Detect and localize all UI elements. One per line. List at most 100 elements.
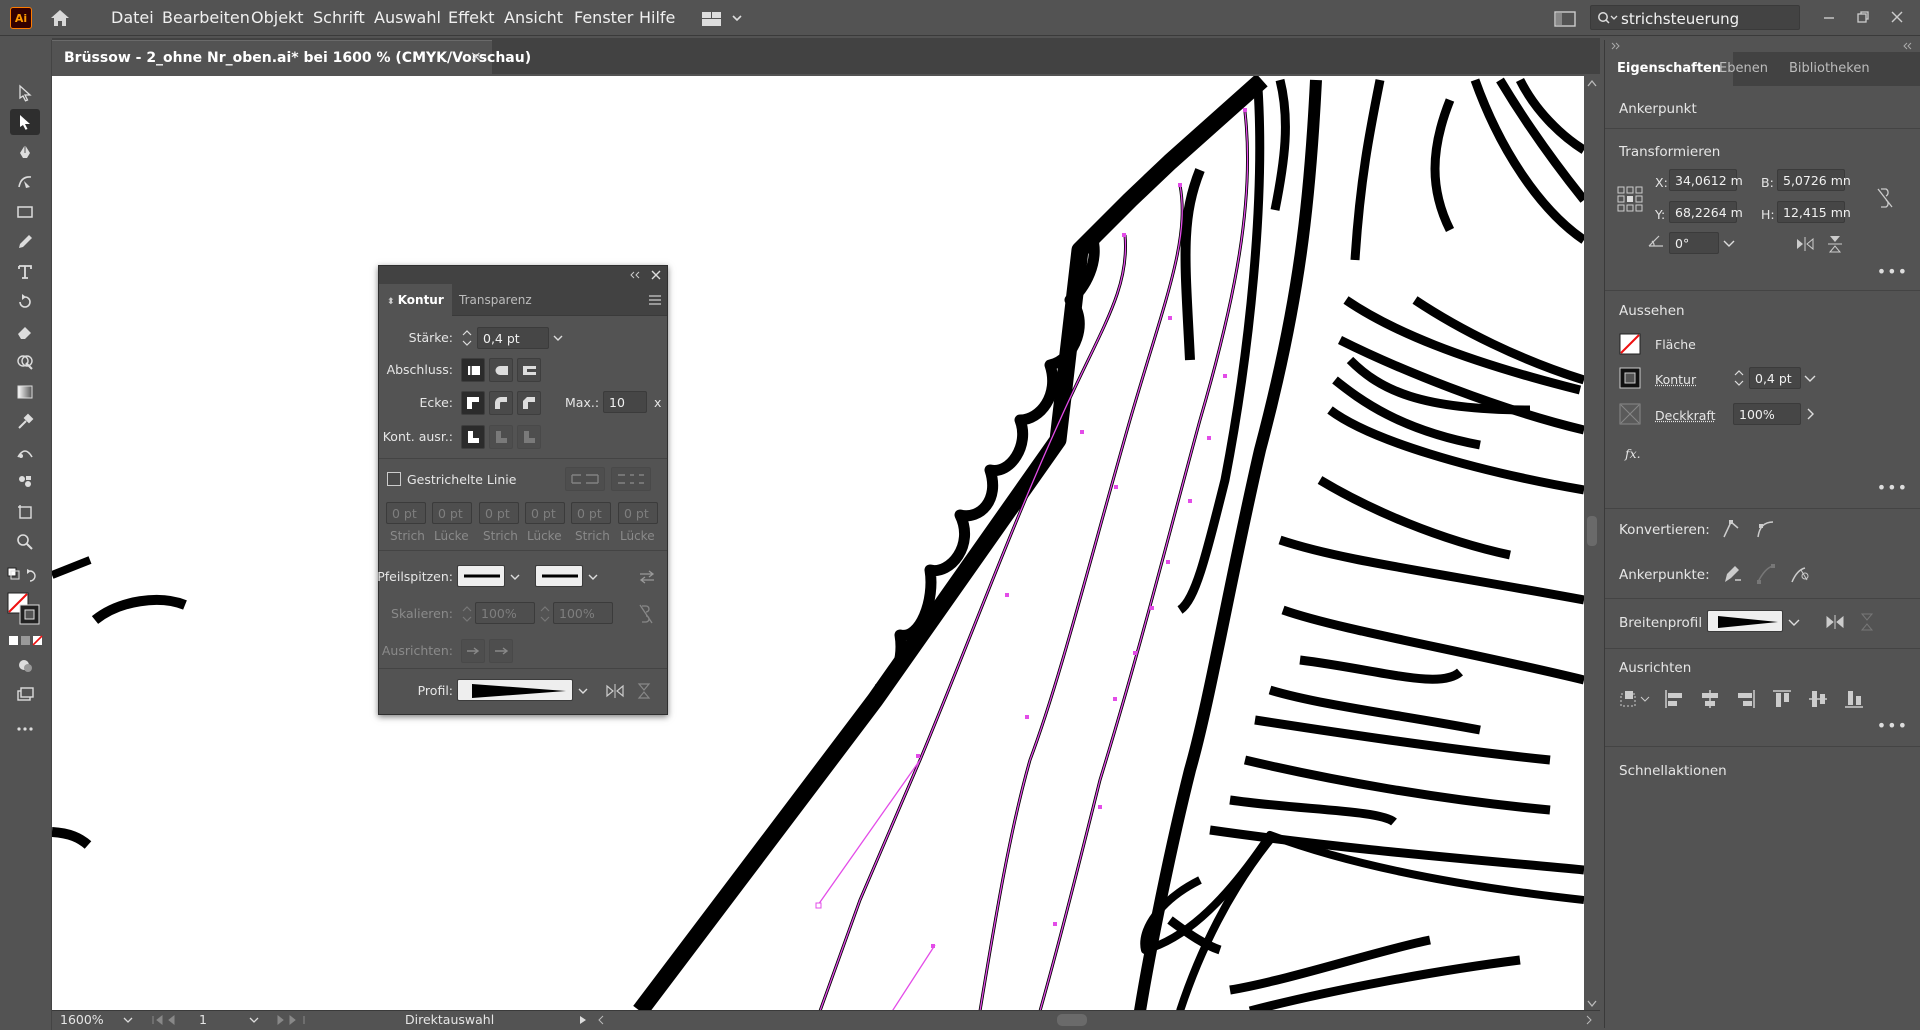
align-outside-button[interactable]: [517, 425, 541, 449]
gradient-tool-icon[interactable]: [10, 379, 40, 405]
start-arrowhead-select[interactable]: [457, 565, 505, 587]
weight-input[interactable]: 0,4 pt: [477, 327, 549, 349]
close-panel-icon[interactable]: [651, 270, 661, 280]
screen-mode-icon[interactable]: [10, 682, 40, 708]
dash-3-input[interactable]: 0 pt: [571, 502, 611, 524]
color-mode-icons[interactable]: [8, 634, 44, 648]
dash-1-input[interactable]: 0 pt: [386, 502, 426, 524]
menu-effekt[interactable]: Effekt: [448, 8, 495, 27]
shape-builder-tool-icon[interactable]: [10, 349, 40, 375]
align-right-icon[interactable]: [1735, 688, 1757, 710]
constrain-proportions-icon[interactable]: [1875, 186, 1895, 210]
link-scale-icon[interactable]: [637, 602, 655, 626]
profile-flip-along-icon[interactable]: [1825, 614, 1845, 630]
home-icon[interactable]: [48, 6, 72, 30]
gap-1-input[interactable]: 0 pt: [432, 502, 472, 524]
menu-ansicht[interactable]: Ansicht: [504, 8, 563, 27]
panel-titlebar[interactable]: [379, 266, 667, 284]
y-input[interactable]: 68,2264 m: [1669, 201, 1743, 223]
fill-stroke-swatch[interactable]: [7, 592, 41, 626]
tab-ebenen[interactable]: Ebenen: [1707, 52, 1780, 86]
cut-path-icon[interactable]: [1789, 562, 1811, 586]
artboard-canvas[interactable]: [52, 76, 1584, 1011]
align-left-icon[interactable]: [1663, 688, 1685, 710]
opacity-icon[interactable]: [1619, 403, 1641, 425]
dash-2-input[interactable]: 0 pt: [479, 502, 519, 524]
rotate-tool-icon[interactable]: [10, 289, 40, 315]
artboard-number[interactable]: 1: [199, 1012, 207, 1027]
convert-smooth-icon[interactable]: [1755, 518, 1775, 540]
arrow-tip-beyond-button[interactable]: [461, 639, 485, 663]
minimize-button[interactable]: [1816, 6, 1842, 28]
menu-datei[interactable]: Datei: [111, 8, 154, 27]
stroke-weight-input[interactable]: 0,4 pt: [1749, 367, 1801, 389]
miter-join-button[interactable]: [461, 391, 485, 415]
weight-stepper[interactable]: [461, 327, 473, 349]
horizontal-scrollbar[interactable]: [597, 1011, 1597, 1029]
miter-limit-input[interactable]: 10: [603, 391, 647, 413]
butt-cap-button[interactable]: [461, 358, 485, 382]
align-bottom-icon[interactable]: [1843, 688, 1865, 710]
symbol-sprayer-tool-icon[interactable]: [10, 469, 40, 495]
align-hcenter-icon[interactable]: [1699, 688, 1721, 710]
flip-vertical-icon[interactable]: [1827, 234, 1843, 254]
stroke-weight-stepper[interactable]: [1733, 367, 1745, 389]
curvature-tool-icon[interactable]: [10, 169, 40, 195]
default-colors-icon[interactable]: [6, 566, 46, 588]
dash-preserve-button[interactable]: [565, 467, 605, 491]
end-arrowhead-dropdown-icon[interactable]: [585, 567, 601, 587]
convert-corner-icon[interactable]: [1721, 518, 1741, 540]
width-input[interactable]: 5,0726 mn: [1777, 169, 1851, 191]
x-input[interactable]: 34,0612 m: [1669, 169, 1743, 191]
opacity-input[interactable]: 100%: [1733, 403, 1801, 425]
effects-icon[interactable]: fx.: [1625, 446, 1641, 461]
tab-bibliotheken[interactable]: Bibliotheken: [1777, 52, 1882, 86]
search-input[interactable]: strichsteuerung: [1590, 5, 1800, 30]
bevel-join-button[interactable]: [517, 391, 541, 415]
type-tool-icon[interactable]: [10, 259, 40, 285]
angle-dropdown-icon[interactable]: [1719, 232, 1739, 254]
profile-dropdown-icon[interactable]: [575, 681, 591, 701]
end-arrowhead-select[interactable]: [535, 565, 583, 587]
pen-tool-icon[interactable]: [10, 139, 40, 165]
tab-kontur[interactable]: ⬍ Kontur: [379, 284, 452, 316]
transform-more-icon[interactable]: •••: [1877, 262, 1908, 281]
panel-toggle-icon[interactable]: [1554, 10, 1576, 28]
artboard-tool-icon[interactable]: [10, 499, 40, 525]
connect-anchors-icon[interactable]: [1755, 562, 1777, 586]
align-inside-button[interactable]: [489, 425, 513, 449]
selection-tool-icon[interactable]: [10, 80, 40, 106]
tab-transparenz[interactable]: Transparenz: [451, 284, 540, 316]
round-join-button[interactable]: [489, 391, 513, 415]
height-input[interactable]: 12,415 mn: [1777, 201, 1851, 223]
eyedropper-tool-icon[interactable]: [10, 409, 40, 435]
weight-dropdown-icon[interactable]: [549, 327, 567, 349]
menu-bearbeiten[interactable]: Bearbeiten: [162, 8, 250, 27]
opacity-arrow-icon[interactable]: [1801, 403, 1819, 425]
align-top-icon[interactable]: [1771, 688, 1793, 710]
round-cap-button[interactable]: [489, 358, 513, 382]
width-profile-dropdown-icon[interactable]: [1785, 611, 1803, 633]
panel-menu-icon[interactable]: [649, 295, 661, 305]
eraser-tool-icon[interactable]: [10, 319, 40, 345]
draw-mode-icon[interactable]: [10, 652, 40, 678]
opacity-label[interactable]: Deckkraft: [1655, 408, 1716, 423]
reference-point-icon[interactable]: [1617, 186, 1643, 212]
flip-across-icon[interactable]: [635, 682, 653, 700]
width-profile-select[interactable]: [457, 679, 573, 701]
profile-flip-across-icon[interactable]: [1859, 612, 1875, 632]
scale-start-input[interactable]: 100%: [475, 602, 535, 624]
zoom-tool-icon[interactable]: [10, 529, 40, 555]
stroke-weight-dropdown-icon[interactable]: [1801, 367, 1819, 389]
appearance-more-icon[interactable]: •••: [1877, 478, 1908, 497]
stroke-label[interactable]: Kontur: [1655, 372, 1696, 387]
dash-align-button[interactable]: [611, 467, 651, 491]
align-vcenter-icon[interactable]: [1807, 688, 1829, 710]
dashed-line-checkbox[interactable]: [387, 472, 401, 486]
scale-end-input[interactable]: 100%: [553, 602, 613, 624]
rectangle-tool-icon[interactable]: [10, 199, 40, 225]
align-to-icon[interactable]: [1619, 688, 1651, 710]
menu-objekt[interactable]: Objekt: [251, 8, 304, 27]
gap-2-input[interactable]: 0 pt: [525, 502, 565, 524]
close-tab-icon[interactable]: ×: [470, 49, 482, 65]
